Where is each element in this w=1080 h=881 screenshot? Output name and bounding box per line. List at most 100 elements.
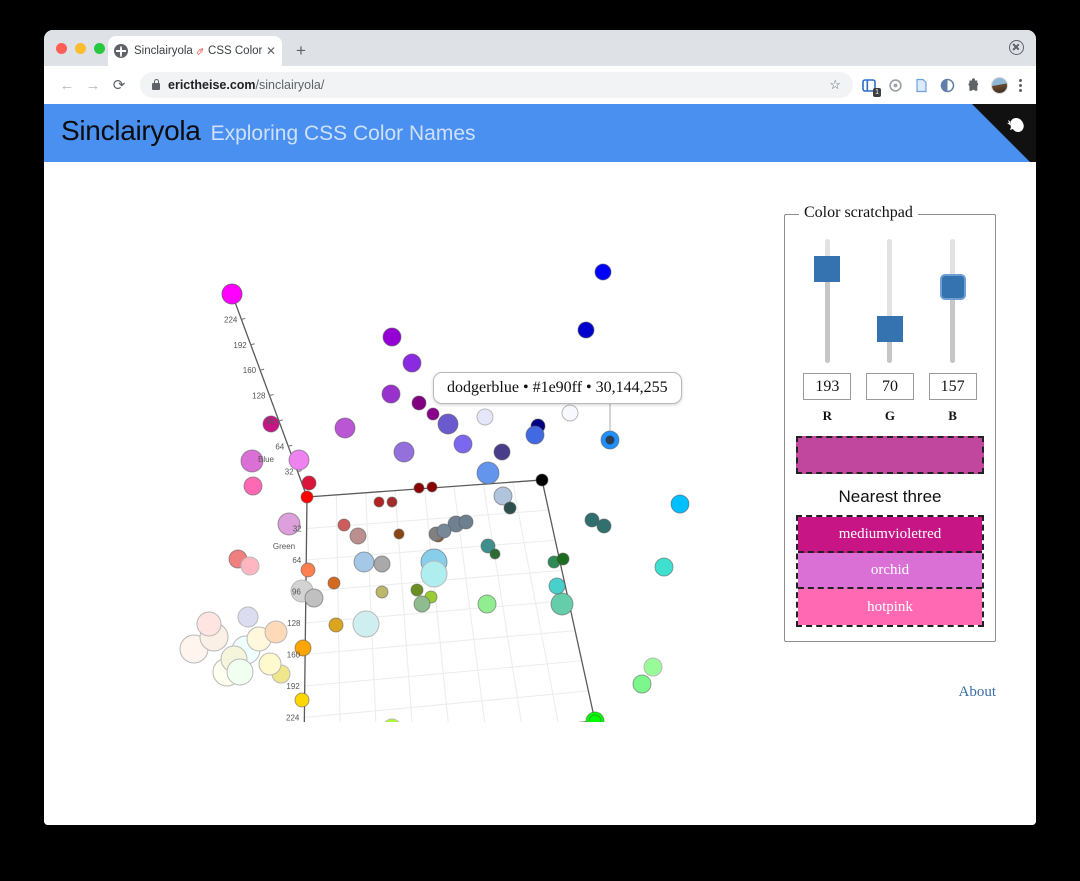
color-point[interactable]	[334, 417, 356, 439]
color-point[interactable]	[548, 577, 566, 595]
color-point[interactable]	[382, 327, 402, 347]
nearest-color-item[interactable]: mediumvioletred	[798, 517, 982, 553]
blue-slider-track[interactable]	[939, 239, 966, 363]
color-point[interactable]	[226, 658, 254, 686]
plot-points[interactable]	[179, 263, 690, 722]
color-point[interactable]	[654, 557, 674, 577]
green-slider-track[interactable]	[876, 239, 903, 363]
red-slider-track[interactable]	[814, 239, 841, 363]
color-point[interactable]	[493, 443, 511, 461]
maximize-window-button[interactable]	[94, 43, 105, 54]
address-bar[interactable]: erictheise.com/sinclairyola/ ☆	[140, 72, 853, 98]
color-point[interactable]	[328, 617, 344, 633]
close-icon[interactable]	[1009, 40, 1024, 55]
current-color-swatch	[796, 436, 984, 474]
plot-svg[interactable]: 2241921601289664323264961281601922242241…	[44, 162, 784, 722]
color-point[interactable]	[258, 652, 282, 676]
reader-icon[interactable]	[913, 77, 930, 94]
color-point[interactable]	[503, 501, 517, 515]
kebab-menu-icon[interactable]	[1017, 78, 1024, 92]
forward-button[interactable]: →	[80, 72, 106, 98]
color-point[interactable]	[594, 263, 612, 281]
color-point[interactable]	[426, 481, 438, 493]
nearest-color-item[interactable]: orchid	[798, 553, 982, 589]
axis-corner-marker[interactable]	[535, 473, 549, 487]
color-point[interactable]	[596, 518, 612, 534]
color-point[interactable]	[240, 556, 260, 576]
color-point[interactable]	[420, 560, 448, 588]
color-point[interactable]	[386, 496, 398, 508]
color-point[interactable]	[556, 552, 570, 566]
bookmark-star-icon[interactable]: ☆	[829, 77, 841, 93]
tab-close-icon[interactable]: ✕	[266, 44, 276, 58]
color-point[interactable]	[373, 555, 391, 573]
color-point[interactable]	[393, 528, 405, 540]
toolbar-icons: 1	[861, 76, 1026, 97]
color-point[interactable]	[237, 606, 259, 628]
color-point[interactable]	[393, 441, 415, 463]
color-point[interactable]	[577, 321, 595, 339]
color-point[interactable]	[436, 523, 452, 539]
color-point[interactable]	[402, 353, 422, 373]
color-point[interactable]	[670, 494, 690, 514]
color-point[interactable]	[375, 585, 389, 599]
blue-slider-thumb[interactable]	[939, 273, 966, 300]
color-point[interactable]	[437, 413, 459, 435]
close-window-button[interactable]	[56, 43, 67, 54]
color-point[interactable]	[327, 576, 341, 590]
color-point[interactable]	[410, 583, 424, 597]
color-point[interactable]	[453, 434, 473, 454]
color-point[interactable]	[458, 514, 474, 530]
github-corner-ribbon[interactable]	[972, 104, 1036, 162]
color-point[interactable]	[489, 548, 501, 560]
rgb-scatter-plot[interactable]: 2241921601289664323264961281601922242241…	[44, 162, 784, 722]
color-point[interactable]	[413, 482, 425, 494]
minimize-window-button[interactable]	[75, 43, 86, 54]
dark-mode-icon[interactable]	[939, 77, 956, 94]
color-point[interactable]	[301, 475, 317, 491]
color-point[interactable]	[337, 518, 351, 532]
back-button[interactable]: ←	[54, 72, 80, 98]
green-value-input[interactable]: 70	[865, 373, 914, 400]
color-point[interactable]	[264, 620, 288, 644]
color-point[interactable]	[196, 611, 222, 637]
axis-tick-label: 32	[285, 468, 294, 477]
blue-value-input[interactable]: 157	[928, 373, 977, 400]
browser-tab[interactable]: Sinclairyola ✑ CSS Color Nam ✕	[108, 36, 282, 66]
color-point[interactable]	[381, 384, 401, 404]
color-point[interactable]	[373, 496, 385, 508]
color-point[interactable]	[550, 592, 574, 616]
red-slider-thumb[interactable]	[814, 256, 841, 283]
color-point[interactable]	[561, 404, 579, 422]
color-point[interactable]	[411, 395, 427, 411]
green-slider-thumb[interactable]	[876, 315, 903, 342]
color-point[interactable]	[294, 692, 310, 708]
color-point[interactable]	[477, 594, 497, 614]
tab-group-icon[interactable]: 1	[861, 77, 881, 97]
color-point[interactable]	[413, 595, 431, 613]
new-tab-button[interactable]: +	[296, 42, 306, 59]
about-link[interactable]: About	[784, 684, 997, 701]
reload-button[interactable]: ⟳	[106, 72, 132, 98]
extension-settings-icon[interactable]	[887, 77, 904, 94]
color-point[interactable]	[304, 588, 324, 608]
color-point[interactable]	[352, 610, 380, 638]
color-point[interactable]	[632, 674, 652, 694]
color-point[interactable]	[476, 461, 500, 485]
puzzle-extensions-icon[interactable]	[965, 77, 982, 94]
color-point[interactable]	[300, 562, 316, 578]
axis-corner-marker[interactable]	[221, 283, 243, 305]
axis-corner-marker[interactable]	[588, 714, 602, 722]
color-point[interactable]	[383, 718, 401, 722]
color-point[interactable]	[643, 657, 663, 677]
red-value-input[interactable]: 193	[803, 373, 852, 400]
color-point[interactable]	[525, 425, 545, 445]
profile-avatar[interactable]	[991, 76, 1008, 94]
color-point[interactable]	[426, 407, 440, 421]
color-point[interactable]	[353, 551, 375, 573]
color-point[interactable]	[349, 527, 367, 545]
nearest-color-item[interactable]: hotpink	[798, 589, 982, 625]
axis-corner-marker[interactable]	[300, 490, 314, 504]
color-point[interactable]	[243, 476, 263, 496]
color-point[interactable]	[476, 408, 494, 426]
